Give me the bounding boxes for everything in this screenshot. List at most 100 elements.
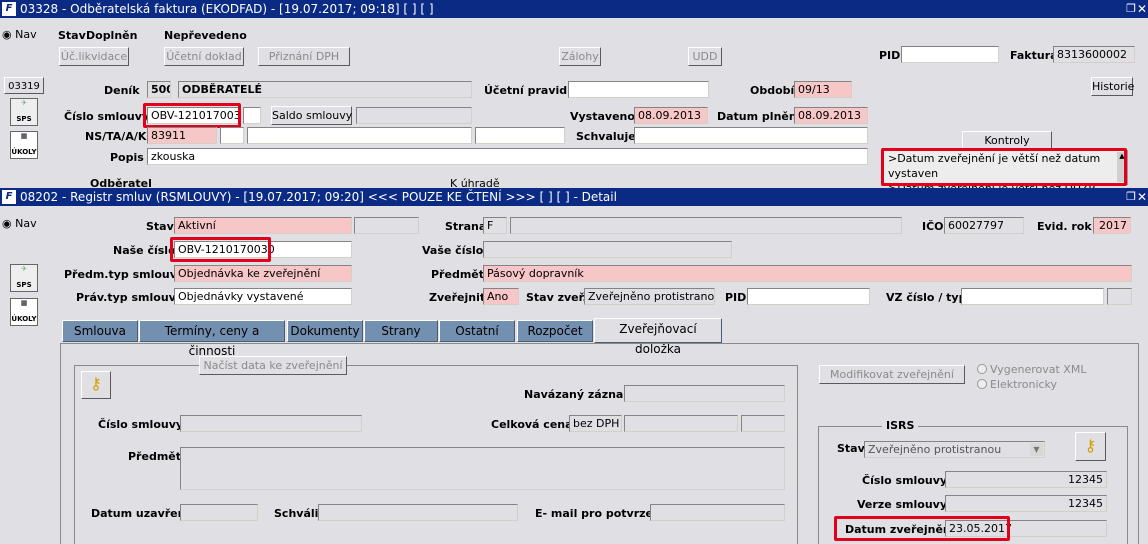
predmet-label: Předmět <box>431 268 485 281</box>
pid-label: PID <box>879 49 901 62</box>
predm-typ-field[interactable]: Objednávka ke zveřejnění <box>174 265 352 282</box>
radio-elektronicky[interactable] <box>977 379 987 389</box>
close-icon[interactable]: ✕ <box>1137 188 1147 206</box>
ico-label: IČO <box>922 220 944 233</box>
evid-rok-field[interactable]: 2017 <box>1093 217 1131 234</box>
saldo-smlouvy-button[interactable]: Saldo smlouvy <box>271 106 352 125</box>
popis-field[interactable]: zkouska <box>147 148 868 165</box>
priznani-dph-button[interactable]: Přiznání DPH <box>258 47 350 66</box>
navazany-label: Navázaný záznam <box>524 388 635 401</box>
navazany-field[interactable] <box>624 385 785 402</box>
window2-titlebar[interactable]: F 08202 - Registr smluv (RSMLOUVY) - [19… <box>0 188 1148 206</box>
close-icon[interactable]: ✕ <box>1137 0 1147 18</box>
ukoly-icon[interactable]: ▦ ÚKOLY <box>10 298 38 326</box>
isrs-verze-field[interactable]: 12345 <box>945 495 1107 512</box>
cislo-smlouvy-field[interactable] <box>180 415 362 432</box>
radio-vygenerovat-xml[interactable] <box>977 364 987 374</box>
window1-titlebar[interactable]: F 03328 - Odběratelská faktura (EKODFAD)… <box>0 0 1148 18</box>
ta-field[interactable] <box>220 127 244 144</box>
vase-cislo-field[interactable] <box>483 241 732 258</box>
restore-icon[interactable]: ❐ <box>1126 0 1136 18</box>
zverejnit-label: Zveřejnit <box>429 291 486 304</box>
stav-field[interactable]: Aktivní <box>174 217 352 234</box>
udd-button[interactable]: UDD <box>688 47 722 66</box>
tab-rozpocet[interactable]: Rozpočet <box>517 320 593 342</box>
key-icon[interactable]: ⚷ <box>81 371 111 399</box>
schvaluje-field[interactable] <box>634 127 868 144</box>
email-label: E- mail pro potvrzení <box>535 507 665 520</box>
email-field[interactable] <box>650 504 785 521</box>
sps-icon[interactable]: ✈ SPS <box>10 264 38 292</box>
zverejnit-field[interactable]: Ano <box>483 288 519 305</box>
nase-cislo-label: Naše číslo <box>113 244 176 257</box>
stav-extra-field[interactable] <box>354 217 419 234</box>
pid-field[interactable] <box>901 46 999 63</box>
nacist-data-button[interactable]: Načíst data ke zveřejnění <box>199 356 347 375</box>
highlight-cislo-smlouvy <box>143 103 241 128</box>
uc-likvidace-button[interactable]: Úč.likvidace <box>59 47 129 66</box>
celkova-cena-mena[interactable] <box>741 415 785 432</box>
highlight-datum-zverejneni <box>834 516 1010 541</box>
ns-field[interactable]: 83911 <box>147 127 217 144</box>
cislo-smlouvy-label: Číslo smlouvy <box>98 418 184 431</box>
kp-field[interactable] <box>475 127 565 144</box>
historie-button[interactable]: Historie <box>1091 77 1134 96</box>
modifikovat-button[interactable]: Modifikovat zveřejnění <box>819 365 965 384</box>
stav-zver-field[interactable]: Zveřejněno protistranou <box>584 288 715 305</box>
window1-title: 03328 - Odběratelská faktura (EKODFAD) -… <box>20 2 434 16</box>
vz-typ-field[interactable] <box>1107 288 1132 305</box>
cislo-smlouvy-label: Číslo smlouvy <box>64 110 150 123</box>
tab-ostatni[interactable]: Ostatní <box>439 320 515 342</box>
restore-icon[interactable]: ❐ <box>1126 188 1136 206</box>
zalohy-button[interactable]: Zálohy <box>559 47 601 66</box>
tab-smlouva[interactable]: Smlouva <box>62 320 138 342</box>
schvalil-field[interactable] <box>318 504 518 521</box>
isrs-cislo-field[interactable]: 12345 <box>945 471 1107 488</box>
pid-field[interactable] <box>747 288 870 305</box>
datum-plneni-field[interactable]: 08.09.2013 <box>794 107 868 124</box>
strana-code-field[interactable]: F <box>483 217 507 234</box>
tab-zverejnovaci-dolozka[interactable]: Zveřejňovací doložka <box>594 318 722 356</box>
app-logo-icon: F <box>2 2 16 16</box>
saldo-field[interactable] <box>356 107 472 124</box>
radio-icon: ◉ <box>2 28 12 41</box>
nav-radio-2[interactable]: ◉ Nav <box>2 217 44 233</box>
ico-field[interactable]: 60027797 <box>944 217 1024 234</box>
ucetni-doklad-button[interactable]: Účetní doklad <box>164 47 244 66</box>
ucetni-pravidlo-field[interactable] <box>568 81 709 98</box>
denik-code-field[interactable]: 500 <box>147 81 171 98</box>
isrs-cislo-label: Číslo smlouvy <box>862 474 948 487</box>
strana-name-field[interactable] <box>510 217 902 234</box>
obdobi-field[interactable]: 09/13 <box>794 81 852 98</box>
prav-typ-field[interactable]: Objednávky vystavené <box>174 288 352 305</box>
ukoly-icon[interactable]: ▦ ÚKOLY <box>10 131 38 159</box>
vystaveno-field[interactable]: 08.09.2013 <box>634 107 708 124</box>
chevron-down-icon[interactable]: ▼ <box>1030 443 1043 456</box>
tab-strany[interactable]: Strany <box>364 320 438 342</box>
isrs-stav-select[interactable]: Zveřejněno protistranou <box>864 441 1045 458</box>
key-icon[interactable]: ⚷ <box>1075 432 1106 461</box>
sps-icon[interactable]: ✈ SPS <box>10 98 38 126</box>
predmet-field[interactable]: Pásový dopravník <box>483 265 1132 282</box>
celkova-cena-field[interactable] <box>624 415 738 432</box>
prav-typ-label: Práv.typ smlouvy <box>76 291 184 304</box>
vz-cislo-field[interactable] <box>961 288 1104 305</box>
a-field[interactable] <box>247 127 472 144</box>
cislo-smlouvy-extra-field[interactable] <box>243 107 261 124</box>
datum-uzavreni-label: Datum uzavření <box>91 507 190 520</box>
tab-terminy[interactable]: Termíny, ceny a činnosti <box>139 320 285 358</box>
side-num-button[interactable]: 03319 <box>4 77 44 94</box>
evid-rok-label: Evid. rok <box>1037 220 1092 233</box>
denik-name-field[interactable]: ODBĚRATELÉ <box>178 81 472 98</box>
predmet2-field[interactable] <box>180 447 785 490</box>
datum-uzavreni-field[interactable] <box>180 504 258 521</box>
stav-value: Doplněn <box>86 29 138 42</box>
tab-dokumenty[interactable]: Dokumenty <box>287 320 363 342</box>
faktura-field[interactable]: 8313600002 <box>1053 46 1135 63</box>
celkova-cena-typ[interactable]: bez DPH <box>569 415 622 432</box>
radio-icon: ◉ <box>2 217 12 230</box>
predmet2-label: Předmět <box>128 450 182 463</box>
strana-label: Strana <box>445 220 487 233</box>
radio-elektronicky-label: Elektronicky <box>990 378 1058 391</box>
nav-radio-1[interactable]: ◉ Nav <box>2 28 44 44</box>
